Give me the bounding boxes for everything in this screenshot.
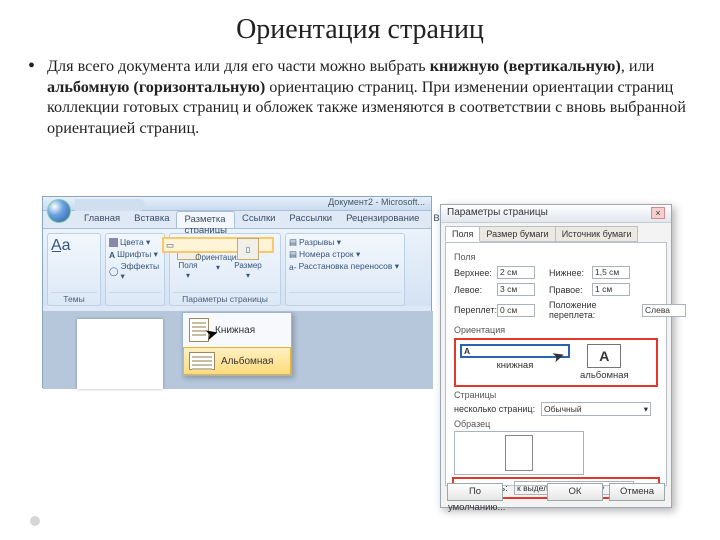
slide-footer-dot xyxy=(30,516,40,526)
effects-menu[interactable]: ◯Эффекты ▾ xyxy=(109,261,161,282)
breaks-menu[interactable]: ▤ Разрывы ▾ xyxy=(289,237,401,248)
input-gutter[interactable]: 0 см xyxy=(497,304,535,317)
themes-button[interactable]: A̲a xyxy=(51,237,97,255)
titlebar: Документ2 - Microsoft... xyxy=(43,197,431,211)
cancel-button[interactable]: Отмена xyxy=(609,483,665,501)
preview-box xyxy=(454,431,584,475)
slide-title: Ориентация страниц xyxy=(28,14,692,46)
dialog-title: Параметры страницы xyxy=(447,207,548,220)
orientation-group: Aкнижная Aальбомная ➤ xyxy=(454,338,658,387)
bold-portrait: книжную (вертикальную) xyxy=(430,57,621,75)
group-breaks: ▤ Разрывы ▾ ▤ Номера строк ▾ a- Расстано… xyxy=(285,233,405,306)
fonts-menu[interactable]: AШрифты ▾ xyxy=(109,249,161,260)
group-themes-label: Темы xyxy=(51,292,97,305)
bold-landscape: альбомную (горизонтальную) xyxy=(47,78,265,96)
bullet-icon: • xyxy=(28,56,35,139)
quick-access-toolbar[interactable] xyxy=(75,199,145,211)
group-themes: A̲a Темы xyxy=(47,233,101,306)
dropdown-portrait[interactable]: Книжная xyxy=(183,313,291,347)
page-setup-dialog: Параметры страницы × Поля Размер бумаги … xyxy=(440,204,672,508)
ribbon: A̲a Темы Цвета ▾ AШрифты ▾ ◯Эффекты ▾ ▫П… xyxy=(43,228,431,306)
ribbon-tabs: Главная Вставка Разметка страницы Ссылки… xyxy=(43,211,431,228)
landscape-icon xyxy=(189,352,215,370)
line-numbers-menu[interactable]: ▤ Номера строк ▾ xyxy=(289,249,401,260)
section-pages: Страницы xyxy=(454,390,658,400)
group-page-setup-label: Параметры страницы xyxy=(173,292,277,305)
input-bottom[interactable]: 1,5 см xyxy=(592,266,630,279)
para-pre: Для всего документа или для его части мо… xyxy=(47,57,430,75)
group-page-setup: ▫Поля▾ ▭Ориентация▾ ▯Размер▾ Параметры с… xyxy=(169,233,281,306)
dtab-paper[interactable]: Размер бумаги xyxy=(479,226,555,242)
size-button[interactable]: ▯Размер▾ xyxy=(233,236,263,280)
ok-button[interactable]: ОК xyxy=(547,483,603,501)
section-margins: Поля xyxy=(454,252,658,262)
tab-home[interactable]: Главная xyxy=(77,211,127,228)
para-mid: , или xyxy=(621,57,655,75)
hyphenation-menu[interactable]: a- Расстановка переносов ▾ xyxy=(289,261,401,272)
tab-review[interactable]: Рецензирование xyxy=(339,211,426,228)
body-paragraph: Для всего документа или для его части мо… xyxy=(47,56,692,139)
section-preview: Образец xyxy=(454,419,658,429)
colors-menu[interactable]: Цвета ▾ xyxy=(109,237,161,248)
orient-landscape[interactable]: Aальбомная xyxy=(580,344,629,381)
dialog-titlebar: Параметры страницы × xyxy=(441,205,671,223)
input-left[interactable]: 3 см xyxy=(497,283,535,296)
tab-references[interactable]: Ссылки xyxy=(235,211,282,228)
dtab-margins[interactable]: Поля xyxy=(445,226,480,242)
window-title: Документ2 - Microsoft... xyxy=(328,197,425,207)
tab-insert[interactable]: Вставка xyxy=(127,211,176,228)
dtab-source[interactable]: Источник бумаги xyxy=(555,226,639,242)
tab-page-layout[interactable]: Разметка страницы xyxy=(176,211,234,228)
input-top[interactable]: 2 см xyxy=(497,266,535,279)
group-theme-items: Цвета ▾ AШрифты ▾ ◯Эффекты ▾ xyxy=(105,233,165,306)
page-preview xyxy=(77,319,163,389)
screenshot-area: Документ2 - Microsoft... Главная Вставка… xyxy=(42,196,672,516)
close-button[interactable]: × xyxy=(651,207,665,219)
tab-mailings[interactable]: Рассылки xyxy=(282,211,339,228)
dropdown-landscape[interactable]: Альбомная xyxy=(183,347,291,375)
default-button[interactable]: По умолчанию... xyxy=(447,483,503,501)
select-multiple-pages[interactable]: Обычный▾ xyxy=(541,402,651,416)
input-right[interactable]: 1 см xyxy=(592,283,630,296)
orientation-dropdown: Книжная Альбомная xyxy=(182,312,292,376)
input-gutter-pos[interactable]: Слева xyxy=(642,304,686,317)
dialog-tabs: Поля Размер бумаги Источник бумаги xyxy=(441,223,671,242)
dialog-body: Поля Верхнее:2 см Нижнее:1,5 см Левое:3 … xyxy=(445,242,667,486)
office-button[interactable] xyxy=(47,199,71,223)
section-orientation: Ориентация xyxy=(454,325,658,335)
orientation-button[interactable]: ▭Ориентация▾ xyxy=(203,236,233,280)
